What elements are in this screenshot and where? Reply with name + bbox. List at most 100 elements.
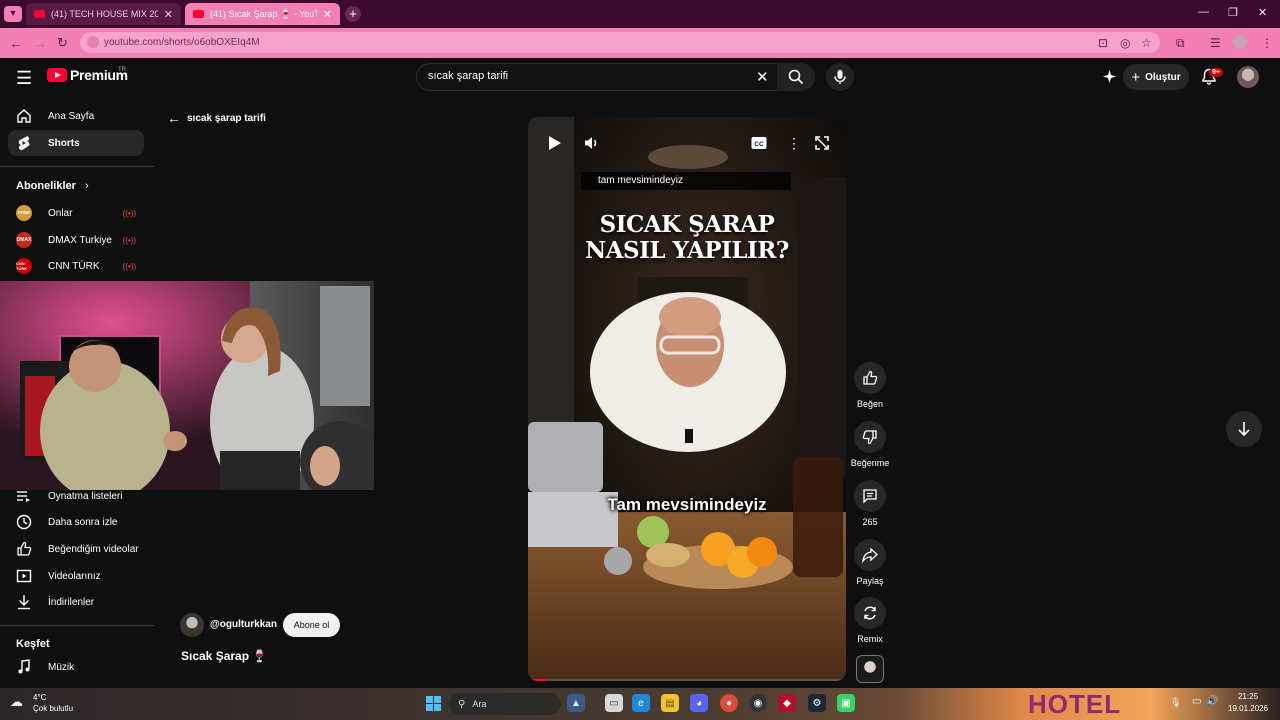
captions-button[interactable]: CC xyxy=(751,136,767,155)
shorts-icon xyxy=(16,135,32,151)
home-icon xyxy=(16,108,32,124)
maximize-window-icon[interactable]: ❐ xyxy=(1228,6,1238,19)
voice-search-button[interactable] xyxy=(826,63,854,91)
sidebar-item-downloads[interactable]: İndirilenler xyxy=(8,589,144,615)
sidebar-divider xyxy=(0,625,154,626)
sidebar-item-watch-later[interactable]: Daha sonra izle xyxy=(8,509,144,535)
forward-arrow-icon[interactable]: → xyxy=(33,35,47,51)
hamburger-menu-icon[interactable]: ☰ xyxy=(16,68,32,89)
extensions-icon[interactable]: ⧉ xyxy=(1176,36,1185,51)
play-button[interactable] xyxy=(548,135,562,156)
back-arrow-icon[interactable]: ← xyxy=(9,35,23,51)
action-label: Beğenme xyxy=(850,458,890,468)
close-tab-icon[interactable]: ✕ xyxy=(164,8,173,21)
obs-icon[interactable]: ◉ xyxy=(749,694,767,712)
channel-handle[interactable]: @ogulturkkan xyxy=(210,619,277,630)
app-icon-green[interactable]: ▣ xyxy=(837,694,855,712)
minimize-window-icon[interactable]: — xyxy=(1198,6,1209,18)
microphone-icon xyxy=(834,70,846,84)
svg-text:CC: CC xyxy=(754,141,764,148)
chrome-icon[interactable]: ● xyxy=(720,694,738,712)
file-explorer-icon[interactable]: ▤ xyxy=(661,694,679,712)
sidebar-sub-cnnturk[interactable]: CNN TÜRK CNN TÜRK ((•)) xyxy=(8,253,144,279)
more-options-icon[interactable]: ⋮ xyxy=(787,135,801,152)
install-app-icon[interactable]: ⊡ xyxy=(1098,36,1108,50)
chevron-right-icon: › xyxy=(84,180,89,192)
dislike-action[interactable]: Beğenme xyxy=(850,421,890,468)
youtube-premium-logo[interactable]: Premium xyxy=(47,67,128,83)
fullscreen-button[interactable] xyxy=(815,136,829,155)
share-action[interactable]: Paylaş xyxy=(852,539,888,586)
like-icon[interactable] xyxy=(854,362,886,394)
clock-date[interactable]: 19.01.2026 xyxy=(1228,704,1268,713)
share-icon[interactable] xyxy=(854,539,886,571)
new-tab-button[interactable]: + xyxy=(345,6,361,22)
clock-time[interactable]: 21:25 xyxy=(1238,692,1258,701)
account-avatar[interactable] xyxy=(1237,66,1259,88)
sidebar-item-music[interactable]: Müzik xyxy=(8,654,144,680)
channel-avatar: CNN TÜRK xyxy=(16,258,32,274)
subscriptions-heading-label: Abonelikler xyxy=(16,180,76,192)
next-short-button[interactable] xyxy=(1226,411,1262,447)
widgets-icon[interactable]: ▲ xyxy=(567,694,585,712)
taskbar-search[interactable]: ⚲ Ara xyxy=(449,693,561,715)
create-button[interactable]: + Oluştur xyxy=(1123,64,1189,90)
browser-menu-icon[interactable]: ⋮ xyxy=(1261,36,1273,50)
clear-search-icon[interactable]: ✕ xyxy=(756,68,769,86)
bookmark-star-icon[interactable]: ☆ xyxy=(1141,36,1152,50)
edge-browser-icon[interactable]: e xyxy=(632,694,650,712)
video-progress-fill xyxy=(528,679,548,681)
reload-icon[interactable]: ↻ xyxy=(57,35,68,51)
volume-tray-icon[interactable]: 🔊 xyxy=(1206,696,1218,707)
channel-avatar[interactable] xyxy=(180,613,204,637)
video-overlay-title-line: NASIL YAPILIR? xyxy=(585,237,789,264)
volume-button[interactable] xyxy=(584,135,600,156)
microphone-tray-icon[interactable]: 🎙 xyxy=(1170,697,1181,708)
close-window-icon[interactable]: ✕ xyxy=(1258,6,1267,19)
remix-icon[interactable] xyxy=(854,597,886,629)
short-title[interactable]: Sıcak Şarap 🍷 xyxy=(181,649,267,663)
webcam-overlay xyxy=(0,281,374,490)
site-info-icon[interactable] xyxy=(87,36,99,48)
ai-create-icon[interactable] xyxy=(1102,69,1117,89)
sidebar-item-liked-videos[interactable]: Beğendiğim videolar xyxy=(8,536,144,562)
steam-icon[interactable]: ⚙ xyxy=(808,694,826,712)
clock-icon xyxy=(16,514,32,530)
tab-search-button[interactable]: ▾ xyxy=(4,6,22,22)
sidebar-item-your-videos[interactable]: Videolarınız xyxy=(8,563,144,589)
like-action[interactable]: Beğen xyxy=(852,362,888,409)
windows-start-icon[interactable] xyxy=(426,696,441,711)
task-view-icon[interactable]: ▭ xyxy=(605,694,623,712)
comments-action[interactable]: 265 xyxy=(852,480,888,527)
comment-icon[interactable] xyxy=(854,480,886,512)
play-icon xyxy=(549,136,561,150)
sidebar-item-shorts[interactable]: Shorts xyxy=(8,130,144,156)
reading-list-icon[interactable]: ☰ xyxy=(1210,36,1221,50)
network-tray-icon[interactable]: ▭ xyxy=(1192,696,1201,707)
search-button[interactable] xyxy=(777,63,815,91)
sidebar-item-home[interactable]: Ana Sayfa xyxy=(8,103,144,129)
remix-action[interactable]: Remix xyxy=(852,597,888,644)
subscriptions-heading[interactable]: Abonelikler › xyxy=(16,180,89,192)
discord-icon[interactable]: ◕ xyxy=(690,694,708,712)
sidebar-item-label: Ana Sayfa xyxy=(48,110,95,122)
sidebar-sub-onlar[interactable]: onlar Onlar ((•)) xyxy=(8,200,144,226)
short-video-player[interactable]: CC ⋮ tam mevsimindeyiz SICAK ŞARAP NASIL… xyxy=(528,117,846,681)
arrow-down-icon xyxy=(1238,422,1250,437)
arrow-left-icon: ← xyxy=(167,110,181,126)
close-tab-icon[interactable]: ✕ xyxy=(323,8,332,21)
profile-avatar-icon[interactable] xyxy=(1233,35,1247,49)
video-progress-bar[interactable] xyxy=(528,679,846,681)
audio-source-thumbnail[interactable] xyxy=(856,655,884,683)
cloudy-weather-icon[interactable]: ☁ xyxy=(10,694,23,710)
dislike-icon[interactable] xyxy=(854,421,886,453)
browser-tab-techhouse[interactable]: (41) TECH HOUSE MIX 2025 (F ✕ xyxy=(26,3,181,25)
live-indicator-icon: ((•)) xyxy=(122,261,136,271)
browser-tab-sicak-sarap[interactable]: (41) Sıcak Şarap 🍷 - YouTube ✕ xyxy=(185,3,340,25)
back-to-search-link[interactable]: ← sıcak şarap tarifi xyxy=(167,110,266,126)
app-icon[interactable]: ◆ xyxy=(778,694,796,712)
tracking-icon[interactable]: ◎ xyxy=(1120,36,1130,50)
subscribe-button[interactable]: Abone ol xyxy=(283,613,340,637)
sidebar-sub-dmax[interactable]: DMAX DMAX Turkiye ((•)) xyxy=(8,227,144,253)
volume-icon xyxy=(585,137,597,149)
